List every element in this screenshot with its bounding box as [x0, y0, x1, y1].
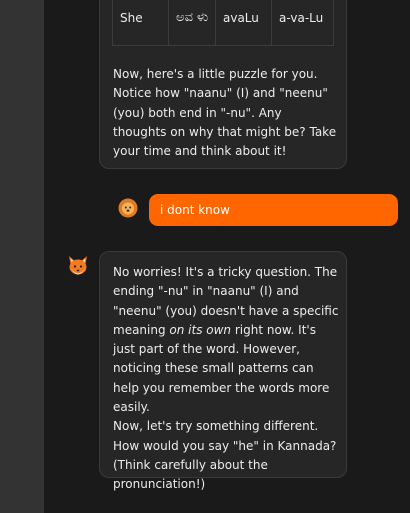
- emphasis-text: on its own: [169, 322, 232, 337]
- assistant-message: She ಅವ ಳು avaLu a-va-Lu Now, here's a li…: [99, 0, 347, 169]
- table-cell: a-va-Lu: [271, 0, 334, 46]
- message-paragraph: Now, here's a little puzzle for you. Not…: [113, 67, 337, 159]
- user-message: i dont know: [149, 194, 398, 226]
- message-text: Now, here's a little puzzle for you. Not…: [113, 65, 338, 161]
- table-cell: avaLu: [215, 0, 272, 46]
- sidebar: [0, 0, 44, 513]
- table-cell: ಅವ ಳು: [168, 0, 216, 46]
- message-text: No worries! It's a tricky question. The …: [113, 263, 341, 495]
- message-paragraph: No worries! It's a tricky question. The …: [113, 263, 341, 417]
- message-paragraph: Now, let's try something different. How …: [113, 419, 337, 492]
- table-cell: She: [112, 0, 169, 46]
- table-row: She ಅವ ಳು avaLu a-va-Lu: [112, 0, 334, 46]
- lion-icon: [118, 198, 138, 218]
- fox-icon: [67, 255, 87, 275]
- pronoun-table: She ಅವ ಳು avaLu a-va-Lu: [112, 0, 334, 46]
- assistant-message: No worries! It's a tricky question. The …: [99, 251, 347, 491]
